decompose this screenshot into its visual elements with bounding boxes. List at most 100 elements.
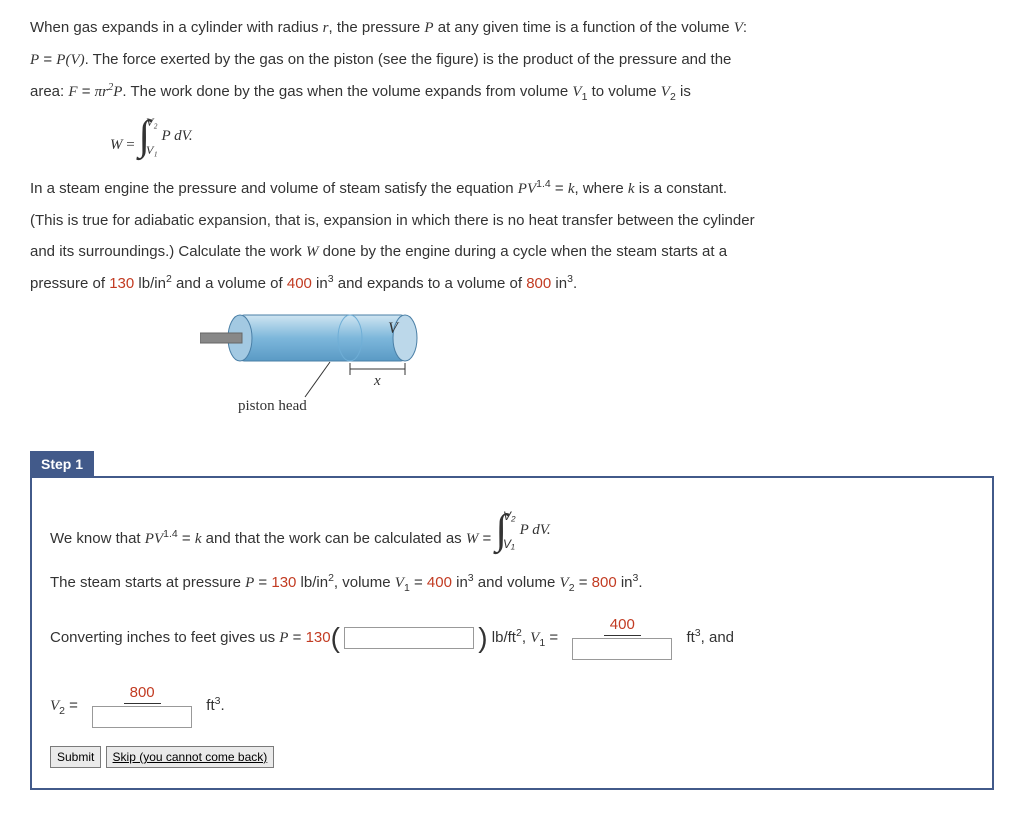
val-v2: 800 [526,275,551,292]
text: In a steam engine the pressure and volum… [30,180,518,197]
eq: = [178,530,195,547]
var-v1: V [395,575,404,591]
var-v1: V [530,630,539,646]
text: When gas expands in a cylinder with radi… [30,19,323,36]
int-lower: V₁ [503,538,516,550]
unit: lb/in [296,574,328,591]
text: and that the work can be calculated as [202,530,466,547]
expr-pv14: PV [518,181,536,197]
eq: = [410,574,427,591]
answer-v1-denom-input[interactable] [572,638,672,660]
unit: in [551,275,567,292]
answer-pressure-input[interactable] [344,627,474,649]
var-k: k [195,531,202,547]
var-p: P [245,575,254,591]
comma: , [522,629,530,646]
eq: = [545,629,562,646]
val-p: 130 [271,574,296,591]
text: is a constant. [635,180,728,197]
var-v2: V [50,698,59,714]
submit-button[interactable]: Submit [50,746,101,768]
val-v2: 800 [592,574,617,591]
var-k2: k [628,181,635,197]
unit: ft [686,629,694,646]
button-row: Submit Skip (you cannot come back) [50,746,974,768]
val-pressure: 130 [109,275,134,292]
period: . [573,275,577,292]
eq: = [126,137,138,153]
period: . [220,697,224,714]
unit: ft [206,697,214,714]
int-upper: V₂ [146,116,158,128]
p-dv: P dV. [520,522,551,539]
int-upper: V₂ [503,510,516,522]
step-container: Step 1 We know that PV1.4 = k and that t… [30,451,994,790]
text: , and [701,629,734,646]
frac-num-400: 400 [604,616,641,636]
unit: in [452,574,468,591]
text: area: [30,83,68,100]
eq: = [254,574,271,591]
text: The steam starts at pressure [50,574,245,591]
text: (This is true for adiabatic expansion, t… [30,207,994,234]
expr-pv: P(V) [56,52,84,68]
val-v1: 400 [287,275,312,292]
text: to volume [587,83,660,100]
unit: in [312,275,328,292]
var-w: W [466,531,479,547]
text: . The work done by the gas when the volu… [122,83,572,100]
text: : [743,19,747,36]
text: and volume [474,574,560,591]
step1-body: We know that PV1.4 = k and that the work… [30,476,994,790]
unit: in [617,574,633,591]
var-v: V [734,20,743,36]
text: and expands to a volume of [334,275,527,292]
exp-14: 1.4 [163,528,178,540]
text: . The force exerted by the gas on the pi… [85,51,732,68]
text: , volume [334,574,395,591]
var-v2: V [560,575,569,591]
cylinder-diagram: V x piston head [200,307,994,421]
text: , the pressure [329,19,425,36]
period: . [638,574,642,591]
text: at any given time is a function of the v… [434,19,734,36]
eq: = [78,83,95,100]
var-p: P [30,52,39,68]
piston-caption: piston head [238,398,307,414]
page-root: When gas expands in a cylinder with radi… [0,0,1024,820]
text: done by the engine during a cycle when t… [318,243,727,260]
exp-14: 1.4 [536,178,551,190]
problem-statement: When gas expands in a cylinder with radi… [30,14,994,297]
cylinder-svg: V x piston head [200,307,480,417]
expr-pv14: PV [145,531,163,547]
text: , where [575,180,628,197]
pi-r2: πr [95,84,108,100]
var-v2: V [661,84,670,100]
answer-v2-denom-input[interactable] [92,706,192,728]
var-k: k [568,181,575,197]
eq: = [65,697,82,714]
eq: = [551,180,568,197]
eq: = [575,574,592,591]
work-integral: W = ∫ V₂ V₁ P dV. [110,116,994,159]
step1-header: Step 1 [30,451,94,476]
var-w: W [306,244,319,260]
val-v1: 400 [427,574,452,591]
label-x: x [373,373,381,389]
paren-r: ) [478,622,487,653]
var-v1: V [572,84,581,100]
var-f: F [68,84,77,100]
unit: lb/in [134,275,166,292]
unit: lb/ft [488,629,516,646]
eq: = [288,629,305,646]
text: = [39,51,56,68]
frac-num-800: 800 [124,684,161,704]
int-lower: V₁ [146,144,158,156]
eq: = [478,530,495,547]
var-w: W [110,137,123,153]
text: We know that [50,530,145,547]
skip-button[interactable]: Skip (you cannot come back) [106,746,275,768]
p-dv: P dV. [162,123,193,150]
paren-l: ( [331,622,340,653]
text: pressure of [30,275,109,292]
